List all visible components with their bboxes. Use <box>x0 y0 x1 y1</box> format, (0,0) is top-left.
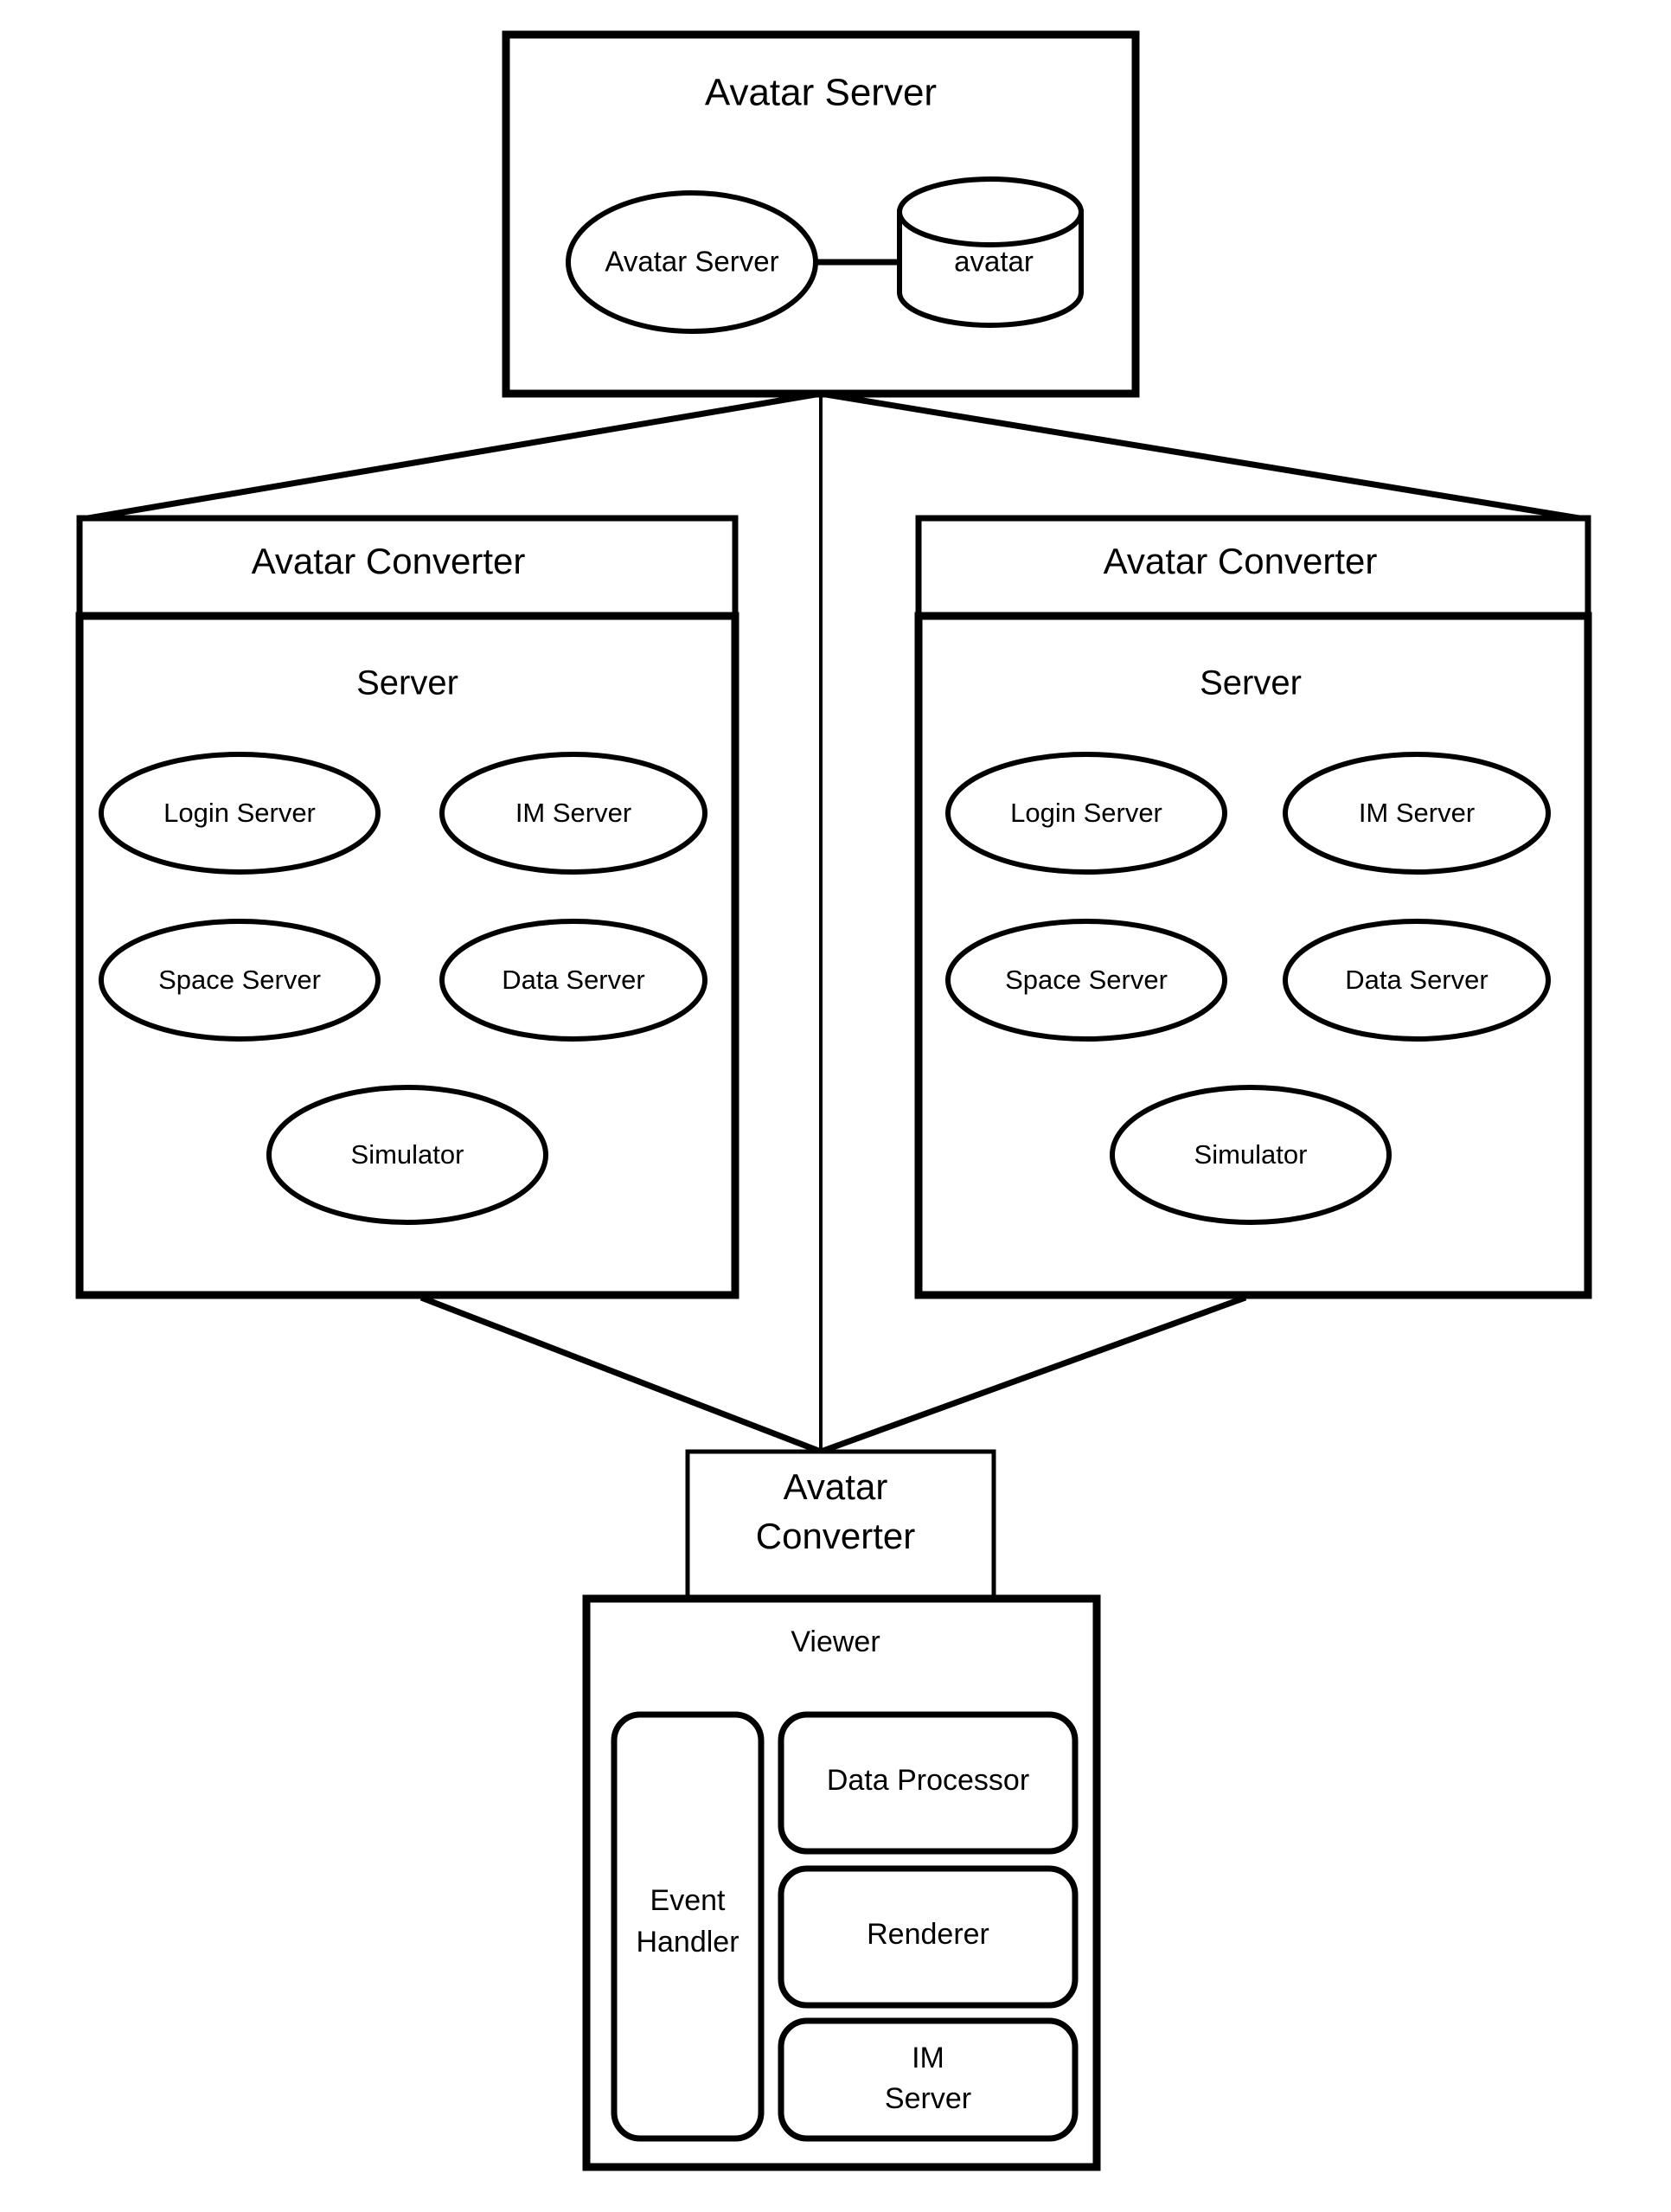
viewer-module-im-server-label-line2: Server <box>885 2082 971 2115</box>
viewer-module-im-server-label-line1: IM <box>912 2042 944 2074</box>
viewer-module-event-handler-label-line1: Event <box>650 1884 726 1917</box>
viewer-converter-label-line2: Converter <box>756 1516 915 1556</box>
viewer-title-label: Viewer <box>791 1625 880 1658</box>
viewer-module-renderer-label: Renderer <box>867 1918 989 1951</box>
viewer-module-event-handler-label-line2: Handler <box>636 1926 739 1959</box>
viewer-module-im-server[interactable] <box>778 2017 1079 2142</box>
architecture-diagram: Avatar Server Avatar Server avatar Avata… <box>0 0 1671 2212</box>
viewer-group: Avatar Converter Viewer Event Handler Da… <box>582 1449 1101 2171</box>
viewer-module-data-processor-label: Data Processor <box>827 1764 1029 1797</box>
viewer-converter-label-line1: Avatar <box>784 1466 888 1507</box>
